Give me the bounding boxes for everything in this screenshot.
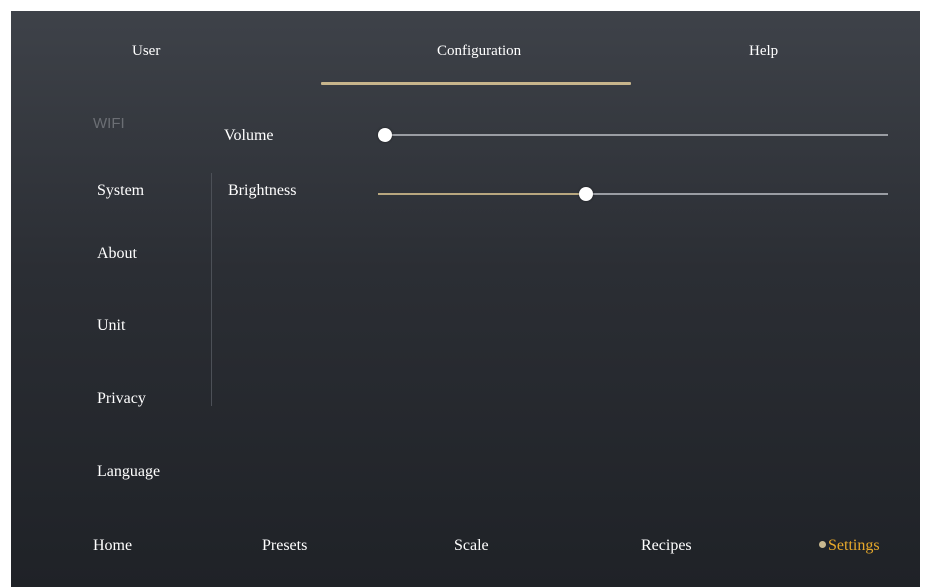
brightness-slider-thumb[interactable] [579,187,594,201]
volume-slider-track[interactable] [378,134,888,136]
brightness-slider[interactable] [378,187,888,201]
nav-scale[interactable]: Scale [454,537,489,555]
active-tab-indicator [321,82,631,85]
brightness-label: Brightness [228,182,297,199]
nav-settings-label: Settings [828,537,880,554]
volume-slider-thumb[interactable] [378,128,392,142]
volume-label: Volume [224,127,274,144]
brightness-slider-fill [378,193,587,195]
sidebar-item-about[interactable]: About [97,245,137,263]
sidebar-item-language[interactable]: Language [97,463,160,481]
sidebar-item-unit[interactable]: Unit [97,317,125,335]
sidebar-item-wifi[interactable]: WIFI [93,115,125,132]
sidebar-item-system[interactable]: System [97,182,144,200]
app-screen: User Configuration Help WIFI System Abou… [11,11,920,587]
sidebar-divider [211,173,212,406]
tab-help[interactable]: Help [749,43,778,60]
tab-user[interactable]: User [132,43,160,60]
tab-configuration[interactable]: Configuration [437,43,521,60]
nav-presets[interactable]: Presets [262,537,307,555]
nav-settings[interactable]: Settings [819,537,880,555]
active-indicator-dot-icon [819,541,826,548]
nav-recipes[interactable]: Recipes [641,537,692,555]
volume-slider[interactable] [378,128,888,142]
nav-home[interactable]: Home [93,537,132,555]
sidebar-item-privacy[interactable]: Privacy [97,390,146,408]
